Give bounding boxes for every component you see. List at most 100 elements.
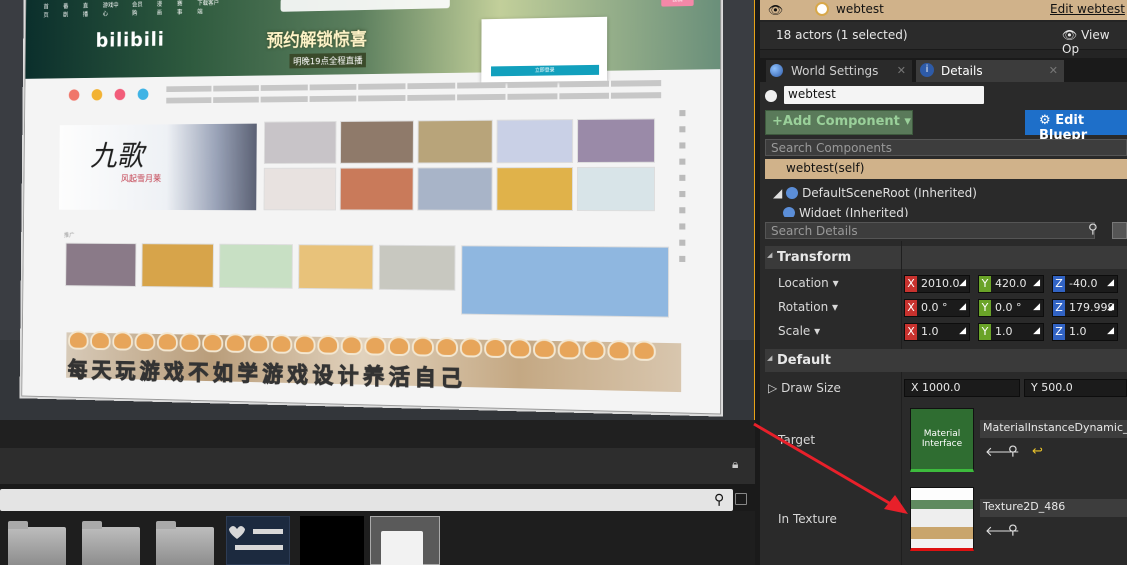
scale-label[interactable]: Scale ▾ bbox=[778, 324, 820, 338]
draw-size-label[interactable]: ▷ Draw Size bbox=[768, 381, 841, 395]
mesh-asset[interactable] bbox=[370, 516, 440, 565]
draw-size-y-field[interactable]: Y 500.0 bbox=[1024, 379, 1127, 397]
component-self-row[interactable]: webtest(self) bbox=[765, 159, 1127, 179]
video-thumb[interactable] bbox=[379, 245, 456, 291]
texture-asset-picker[interactable]: Texture2D_486 bbox=[980, 499, 1127, 517]
drag-handle-icon[interactable]: ◢ bbox=[959, 326, 966, 336]
video-thumb[interactable] bbox=[65, 243, 136, 287]
drag-handle-icon[interactable]: ◢ bbox=[1033, 278, 1040, 288]
drag-handle-icon[interactable]: ◢ bbox=[1033, 302, 1040, 312]
ad-banner[interactable] bbox=[461, 245, 669, 317]
view-options-icon[interactable] bbox=[1112, 222, 1127, 239]
close-icon[interactable]: ✕ bbox=[1049, 64, 1058, 77]
tab-world-settings[interactable]: World Settings ✕ bbox=[766, 60, 912, 82]
save-icon[interactable] bbox=[735, 493, 747, 505]
scale-x-field[interactable]: X 1.0 ◢ bbox=[904, 323, 970, 341]
video-thumb[interactable] bbox=[219, 244, 293, 289]
expand-arrow-icon[interactable]: ◢ bbox=[773, 186, 782, 200]
video-thumb[interactable] bbox=[340, 120, 414, 163]
video-thumb[interactable] bbox=[497, 119, 574, 163]
bilibili-logo[interactable]: bilibili bbox=[96, 28, 165, 52]
folder-icon[interactable] bbox=[82, 527, 140, 565]
web-nav-item[interactable]: 直播 bbox=[83, 1, 92, 18]
video-thumb[interactable] bbox=[577, 167, 655, 211]
material-thumbnail[interactable]: Material Interface bbox=[910, 408, 974, 472]
web-nav-item[interactable]: 游戏中心 bbox=[103, 0, 122, 17]
default-section-header[interactable]: Default bbox=[765, 349, 1127, 372]
outliner-selected-row[interactable]: 👁︎ webtest Edit webtest bbox=[760, 0, 1127, 20]
channel-icon[interactable] bbox=[115, 89, 126, 100]
video-thumb[interactable] bbox=[141, 243, 214, 288]
expand-arrow-icon[interactable]: ▷ bbox=[768, 381, 777, 395]
location-y-field[interactable]: Y 420.0 ◢ bbox=[978, 275, 1044, 293]
edit-actor-link[interactable]: Edit webtest bbox=[1050, 2, 1125, 16]
video-thumb[interactable] bbox=[418, 120, 493, 164]
component-tree-item[interactable]: ◢ DefaultSceneRoot (Inherited) bbox=[773, 186, 977, 200]
draw-size-x-field[interactable]: X 1000.0 bbox=[904, 379, 1020, 397]
web-widget-plane[interactable]: 首页 番剧 直播 游戏中心 会员购 漫画 赛事 下载客户端 bilibili 预… bbox=[21, 0, 721, 415]
reset-arrow-icon[interactable]: ↩ bbox=[1032, 444, 1043, 459]
channel-icon[interactable] bbox=[92, 89, 103, 100]
component-tree-item[interactable]: Widget (Inherited) bbox=[783, 206, 909, 217]
video-thumb[interactable] bbox=[340, 167, 414, 210]
folder-icon[interactable] bbox=[8, 527, 66, 565]
drag-handle-icon[interactable]: ◢ bbox=[1107, 326, 1114, 336]
rotation-x-field[interactable]: X 0.0 ° ◢ bbox=[904, 299, 970, 317]
web-login-button[interactable]: 立即登录 bbox=[491, 65, 599, 76]
web-nav-item[interactable]: 番剧 bbox=[63, 1, 72, 18]
tab-details[interactable]: i Details ✕ bbox=[916, 60, 1064, 82]
web-feature-cover[interactable] bbox=[59, 124, 257, 211]
web-nav-item[interactable]: 首页 bbox=[43, 2, 52, 19]
target-asset-picker[interactable]: MaterialInstanceDynamic_43 bbox=[980, 420, 1127, 438]
web-nav-item[interactable]: 漫画 bbox=[157, 0, 167, 16]
content-browser-search-input[interactable] bbox=[0, 489, 733, 511]
view-options-button[interactable]: 👁︎ View Op bbox=[1062, 28, 1127, 56]
add-component-label: +Add Component bbox=[772, 114, 900, 129]
video-thumb[interactable] bbox=[417, 167, 492, 211]
video-thumb[interactable] bbox=[577, 118, 655, 163]
folder-icon[interactable] bbox=[156, 527, 214, 565]
web-nav-item[interactable]: 下载客户端 bbox=[197, 0, 221, 16]
channel-icon[interactable] bbox=[138, 88, 149, 99]
actor-name-input[interactable]: webtest bbox=[784, 86, 984, 104]
location-x-field[interactable]: X 2010.0 ◢ bbox=[904, 275, 970, 293]
level-viewport[interactable]: 首页 番剧 直播 游戏中心 会员购 漫画 赛事 下载客户端 bilibili 预… bbox=[0, 0, 755, 420]
lock-icon[interactable]: 🔒︎ bbox=[732, 457, 744, 471]
drag-handle-icon[interactable]: ◢ bbox=[1107, 278, 1114, 288]
rotation-z-field[interactable]: Z 179.999 ◢ bbox=[1052, 299, 1118, 317]
scale-z-field[interactable]: Z 1.0 ◢ bbox=[1052, 323, 1118, 341]
location-z-field[interactable]: Z -40.0 ◢ bbox=[1052, 275, 1118, 293]
video-thumb[interactable] bbox=[496, 167, 573, 211]
black-texture-asset[interactable] bbox=[300, 516, 364, 565]
search-icon[interactable]: ⚲ bbox=[1088, 222, 1098, 237]
video-thumb[interactable] bbox=[264, 168, 337, 211]
rotation-label[interactable]: Rotation ▾ bbox=[778, 300, 838, 314]
drag-handle-icon[interactable]: ◢ bbox=[1107, 302, 1114, 312]
browse-search-icon[interactable]: ⚲ bbox=[1008, 444, 1018, 459]
web-nav-item[interactable]: 赛事 bbox=[177, 0, 187, 16]
add-component-button[interactable]: +Add Component ▾ bbox=[765, 110, 913, 135]
texture-thumbnail[interactable] bbox=[910, 487, 974, 551]
channel-icon[interactable] bbox=[69, 89, 80, 100]
edit-blueprint-button[interactable]: ⚙ Edit Bluepr bbox=[1025, 110, 1127, 135]
close-icon[interactable]: ✕ bbox=[897, 64, 906, 77]
widget-blueprint-asset[interactable] bbox=[226, 516, 290, 565]
drag-handle-icon[interactable]: ◢ bbox=[959, 278, 966, 288]
web-upload-button[interactable]: 投稿 bbox=[661, 0, 693, 7]
video-thumb[interactable] bbox=[298, 244, 373, 290]
scale-y-field[interactable]: Y 1.0 ◢ bbox=[978, 323, 1044, 341]
web-nav-item[interactable]: 会员购 bbox=[132, 0, 146, 17]
browse-search-icon[interactable]: ⚲ bbox=[1008, 523, 1018, 538]
search-components-input[interactable]: Search Components bbox=[765, 139, 1127, 156]
draw-size-text: Draw Size bbox=[781, 381, 841, 395]
eye-icon[interactable]: 👁︎ bbox=[768, 3, 783, 17]
video-thumb[interactable] bbox=[264, 121, 337, 164]
transform-section-header[interactable]: Transform bbox=[765, 246, 1127, 269]
rotation-y-field[interactable]: Y 0.0 ° ◢ bbox=[978, 299, 1044, 317]
search-icon[interactable]: ⚲ bbox=[714, 492, 724, 508]
drag-handle-icon[interactable]: ◢ bbox=[959, 302, 966, 312]
drag-handle-icon[interactable]: ◢ bbox=[1033, 326, 1040, 336]
column-divider[interactable] bbox=[901, 241, 902, 565]
location-label[interactable]: Location ▾ bbox=[778, 276, 839, 290]
search-details-input[interactable]: Search Details bbox=[765, 222, 1095, 239]
